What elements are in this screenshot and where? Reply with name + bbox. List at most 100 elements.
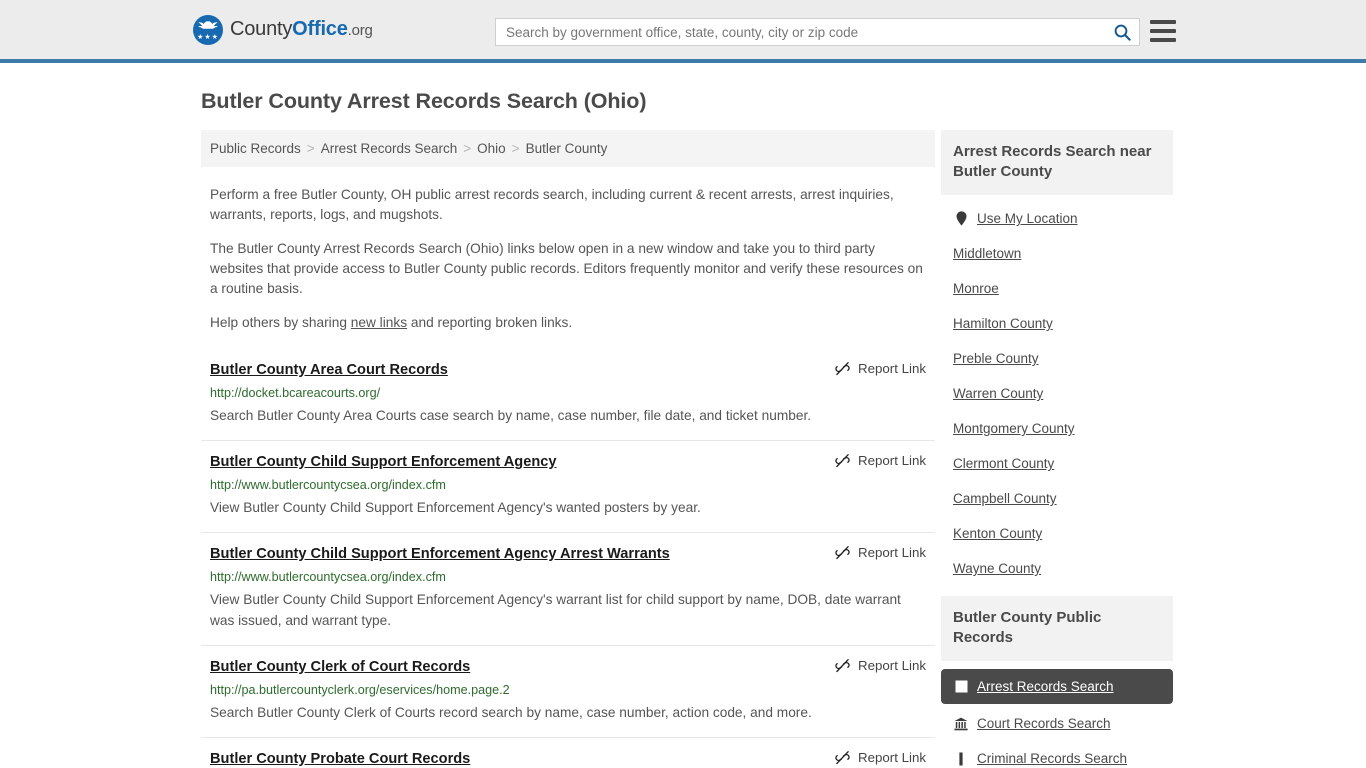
sidebar-public-records-links: Arrest Records Search Court Records Searc… [941,661,1173,768]
result-item: Butler County Area Court Records Report L… [201,353,935,440]
sidebar-nearby-item[interactable]: Warren County [941,376,1173,411]
report-link-label: Report Link [858,658,926,673]
report-link-button[interactable]: Report Link [835,750,926,765]
intro-paragraph-2: The Butler County Arrest Records Search … [210,241,923,296]
brand-part-2: Office [292,18,348,40]
map-pin-icon [956,211,966,226]
breadcrumb-item-2[interactable]: Ohio [477,141,506,156]
result-description: Search Butler County Area Courts case se… [210,408,812,423]
intro-p3-after: and reporting broken links. [407,315,573,330]
page-body: Butler County Arrest Records Search (Ohi… [0,63,1366,768]
result-url[interactable]: http://docket.bcareacourts.org/ [210,385,926,401]
map-pin-icon [953,211,969,226]
result-title-link[interactable]: Butler County Clerk of Court Records [210,658,470,677]
search-button[interactable] [1105,19,1139,45]
result-url[interactable]: http://www.butlercountycsea.org/index.cf… [210,569,926,585]
hamburger-bar-3 [1150,38,1176,42]
result-url[interactable]: http://www.butlercountycsea.org/index.cf… [210,477,926,493]
sidebar-nearby-item[interactable]: Preble County [941,341,1173,376]
stars-icon: ★★★ [197,33,219,41]
sidebar-nearby-item-label: Montgomery County [953,421,1075,436]
result-title-link[interactable]: Butler County Child Support Enforcement … [210,453,556,472]
report-link-button[interactable]: Report Link [835,545,926,560]
search-bar[interactable] [495,18,1140,46]
breadcrumb-item-1[interactable]: Arrest Records Search [321,141,458,156]
sidebar-public-records-item[interactable]: Court Records Search [941,706,1173,741]
result-header: Butler County Area Court Records Report L… [210,361,926,380]
breadcrumb: Public Records > Arrest Records Search > Ohi… [201,130,935,167]
sidebar-nearby-item-label: Monroe [953,281,999,296]
brand-tld: .org [347,22,373,39]
courthouse-icon [954,717,968,730]
broken-link-icon [835,454,850,468]
sidebar-nearby-item[interactable]: Clermont County [941,446,1173,481]
document-icon [955,680,967,693]
results-list: Butler County Area Court Records Report L… [201,353,935,768]
new-links-link[interactable]: new links [351,315,407,330]
content-columns: Public Records > Arrest Records Search > Ohi… [201,130,1366,768]
hamburger-menu-button[interactable] [1150,20,1176,42]
sidebar-nearby-item[interactable]: Monroe [941,271,1173,306]
sidebar-nearby-item[interactable]: Middletown [941,236,1173,271]
page-title: Butler County Arrest Records Search (Ohi… [201,89,647,113]
result-title-link[interactable]: Butler County Child Support Enforcement … [210,545,670,564]
search-input[interactable] [496,19,1105,45]
sidebar-nearby-item[interactable]: Campbell County [941,481,1173,516]
sidebar-public-records-item[interactable]: Arrest Records Search [941,669,1173,704]
sidebar-nearby-item[interactable]: Wayne County [941,551,1173,586]
sidebar-public-records-item-label: Court Records Search [977,716,1111,731]
result-item: Butler County Clerk of Court Records Repo… [201,645,935,737]
breadcrumb-item-3[interactable]: Butler County [526,141,608,156]
report-link-label: Report Link [858,545,926,560]
report-link-label: Report Link [858,453,926,468]
report-link-button[interactable]: Report Link [835,453,926,468]
report-link-label: Report Link [858,361,926,376]
search-icon [1114,24,1131,41]
sidebar-nearby-item-label: Campbell County [953,491,1057,506]
eagle-icon [198,20,218,29]
sidebar-nearby-item-label: Preble County [953,351,1039,366]
brand-part-1: County [230,18,293,40]
sidebar-nearby-item[interactable]: Montgomery County [941,411,1173,446]
result-url[interactable]: http://pa.butlercountyclerk.org/eservice… [210,682,926,698]
result-description: View Butler County Child Support Enforce… [210,592,901,628]
intro-paragraph-3: Help others by sharing new links and rep… [210,313,926,333]
sidebar-public-records-item[interactable]: Criminal Records Search [941,741,1173,768]
report-link-button[interactable]: Report Link [835,658,926,673]
site-logo-text: CountyOffice.org [230,18,373,41]
main-column: Public Records > Arrest Records Search > Ohi… [201,130,935,768]
broken-link-icon [835,362,850,376]
result-header: Butler County Child Support Enforcement … [210,453,926,472]
sidebar-nearby-item[interactable]: Use My Location [941,201,1173,236]
sidebar: Arrest Records Search near Butler County… [941,130,1173,768]
result-description: View Butler County Child Support Enforce… [210,500,701,515]
sidebar-nearby-item-label: Wayne County [953,561,1042,576]
result-item: Butler County Child Support Enforcement … [201,532,935,645]
sidebar-nearby-item-label: Clermont County [953,456,1055,471]
result-title-link[interactable]: Butler County Probate Court Records [210,750,470,768]
site-header: ★★★ CountyOffice.org [0,0,1366,63]
result-item: Butler County Probate Court Records Repor… [201,737,935,768]
report-link-button[interactable]: Report Link [835,361,926,376]
sidebar-nearby-heading: Arrest Records Search near Butler County [941,130,1173,195]
intro-p3-before: Help others by sharing [210,315,351,330]
sidebar-nearby-item-label: Warren County [953,386,1044,401]
result-header: Butler County Child Support Enforcement … [210,545,926,564]
sidebar-nearby-item[interactable]: Hamilton County [941,306,1173,341]
broken-link-icon [835,546,850,560]
broken-link-icon [835,751,850,765]
breadcrumb-separator: > [511,141,520,156]
result-header: Butler County Clerk of Court Records Repo… [210,658,926,677]
sidebar-public-records-item-label: Criminal Records Search [977,751,1128,766]
gavel-icon [953,752,969,766]
site-logo[interactable]: ★★★ CountyOffice.org [193,14,373,45]
breadcrumb-item-0[interactable]: Public Records [210,141,301,156]
sidebar-nearby-item[interactable]: Kenton County [941,516,1173,551]
sidebar-public-records-box: Butler County Public Records Arrest Reco… [941,596,1173,768]
gavel-icon [959,752,963,765]
sidebar-nearby-item-label: Use My Location [977,211,1078,226]
hamburger-bar-2 [1150,29,1176,33]
broken-link-icon [835,659,850,673]
hamburger-bar-1 [1150,20,1176,24]
result-title-link[interactable]: Butler County Area Court Records [210,361,448,380]
